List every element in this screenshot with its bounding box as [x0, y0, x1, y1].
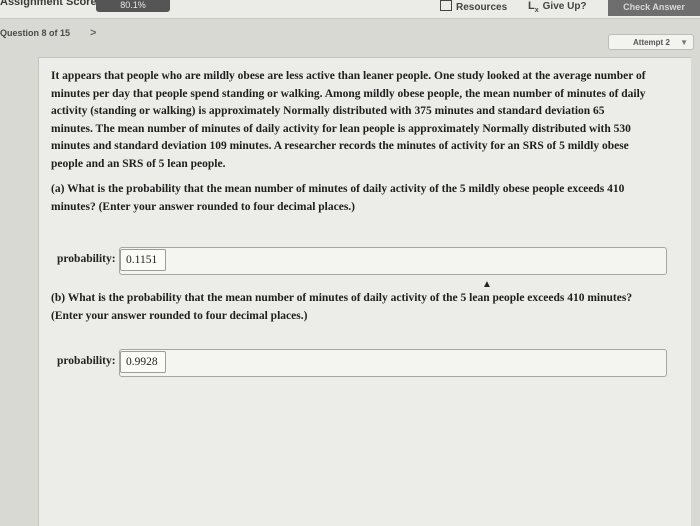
attempt-label: Attempt 2	[633, 38, 670, 47]
mouse-cursor-icon: ▲	[482, 279, 492, 290]
check-answer-button[interactable]: Check Answer	[608, 0, 700, 16]
resources-label: Resources	[456, 2, 508, 13]
question-panel: It appears that people who are mildly ob…	[38, 57, 691, 526]
question-navigation: Question 8 of 15 >	[0, 27, 96, 39]
question-position: Question 8 of 15	[0, 28, 71, 38]
book-icon	[440, 0, 452, 11]
chevron-down-icon: ▼	[680, 38, 688, 47]
part-b-answer-container: probability:	[51, 349, 669, 377]
resources-button[interactable]: Resources	[440, 0, 507, 13]
give-up-button[interactable]: Lx Give Up?	[528, 0, 587, 14]
part-a-answer-container: probability:	[51, 247, 669, 275]
question-passage: It appears that people who are mildly ob…	[51, 70, 646, 170]
part-a-question: (a) What is the probability that the mea…	[51, 183, 625, 213]
part-b-probability-label: probability:	[57, 355, 116, 367]
lx-icon: Lx	[528, 0, 539, 15]
part-b-question: (b) What is the probability that the mea…	[51, 292, 633, 322]
assignment-score-value: 80.1%	[96, 0, 170, 12]
next-question-icon[interactable]: >	[90, 27, 96, 39]
part-a-probability-input[interactable]	[120, 249, 166, 271]
part-a-probability-label: probability:	[57, 253, 116, 265]
give-up-label: Give Up?	[542, 1, 587, 12]
assignment-score-label: Assignment Score:	[0, 0, 101, 8]
part-b-probability-input[interactable]	[120, 351, 166, 373]
attempt-dropdown[interactable]: Attempt 2 ▼	[608, 34, 694, 50]
top-toolbar: Assignment Score: 80.1% Resources Lx Give…	[0, 0, 700, 19]
